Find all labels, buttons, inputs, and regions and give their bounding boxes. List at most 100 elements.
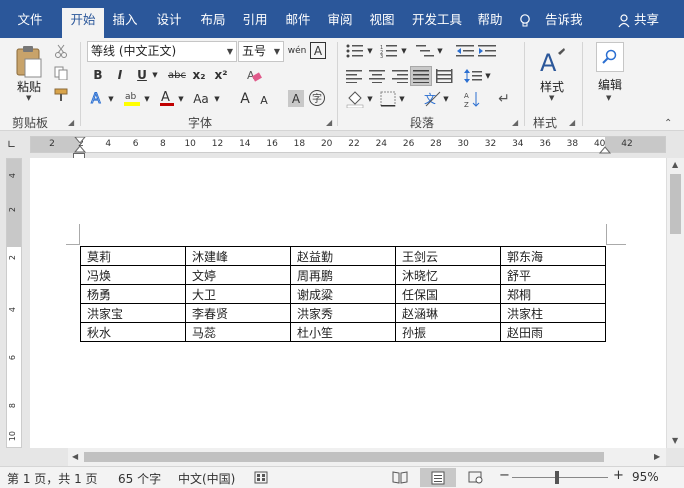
character-shading-button[interactable]: A bbox=[288, 90, 304, 107]
zoom-level[interactable]: 95% bbox=[632, 470, 659, 484]
table-cell[interactable]: 舒平 bbox=[500, 265, 606, 285]
scroll-right-icon[interactable]: ▶ bbox=[654, 452, 660, 461]
scroll-up-icon[interactable]: ▲ bbox=[672, 160, 678, 169]
zoom-in-button[interactable]: + bbox=[613, 468, 624, 483]
horizontal-scrollbar[interactable]: ◀ ▶ bbox=[68, 448, 666, 466]
table-cell[interactable]: 文婷 bbox=[185, 265, 291, 285]
highlight-icon[interactable]: ab bbox=[122, 88, 142, 108]
table-cell[interactable]: 李春贤 bbox=[185, 303, 291, 323]
table-cell[interactable]: 孙振 bbox=[395, 322, 501, 342]
vertical-ruler[interactable]: 4 2 2 4 6 8 10 bbox=[6, 158, 22, 448]
table-cell[interactable]: 秋水 bbox=[80, 322, 186, 342]
align-left-icon[interactable] bbox=[346, 69, 364, 83]
underline-dropdown-icon[interactable]: ▼ bbox=[150, 66, 160, 84]
borders-icon[interactable] bbox=[380, 91, 396, 107]
increase-indent-icon[interactable] bbox=[478, 44, 496, 58]
shading-dropdown-icon[interactable]: ▼ bbox=[366, 92, 374, 106]
change-case-button[interactable]: Aa bbox=[190, 90, 212, 108]
language-indicator[interactable]: 中文(中国) bbox=[178, 470, 235, 487]
share-button[interactable]: 共享 bbox=[634, 9, 659, 31]
editing-button[interactable] bbox=[596, 42, 624, 72]
copy-icon[interactable] bbox=[54, 66, 68, 80]
table-cell[interactable]: 大卫 bbox=[185, 284, 291, 304]
cut-icon[interactable] bbox=[54, 44, 68, 58]
superscript-button[interactable]: x² bbox=[212, 66, 230, 84]
right-indent-icon[interactable] bbox=[599, 145, 611, 154]
table-cell[interactable]: 沐建峰 bbox=[185, 246, 291, 266]
show-marks-icon[interactable]: ↵ bbox=[496, 90, 512, 108]
bold-button[interactable]: B bbox=[90, 66, 106, 84]
horizontal-ruler[interactable]: 2 2 4 6 8 10 12 14 16 18 20 22 24 26 28 30 32 34 36 38 40 42 bbox=[30, 136, 666, 154]
line-spacing-dropdown-icon[interactable]: ▼ bbox=[484, 69, 492, 83]
table-cell[interactable]: 赵田雨 bbox=[500, 322, 606, 342]
font-size-combo[interactable]: 五号 ▼ bbox=[238, 41, 284, 62]
first-line-indent-icon[interactable] bbox=[74, 137, 86, 153]
borders-dropdown-icon[interactable]: ▼ bbox=[398, 92, 406, 106]
bullets-icon[interactable] bbox=[346, 44, 364, 58]
multilevel-list-icon[interactable] bbox=[414, 44, 436, 58]
line-spacing-icon[interactable] bbox=[464, 68, 482, 84]
table-cell[interactable]: 郭东海 bbox=[500, 246, 606, 266]
format-painter-icon[interactable] bbox=[54, 88, 70, 102]
font-color-icon[interactable]: A bbox=[158, 88, 176, 108]
tab-selector[interactable]: ∟ bbox=[7, 138, 21, 152]
table-cell[interactable]: 杨勇 bbox=[80, 284, 186, 304]
editing-dropdown-icon[interactable]: ▼ bbox=[606, 94, 611, 102]
decrease-indent-icon[interactable] bbox=[456, 44, 474, 58]
table-cell[interactable]: 洪家宝 bbox=[80, 303, 186, 323]
tab-home[interactable]: 开始 bbox=[62, 8, 104, 38]
clipboard-launcher-icon[interactable]: ◢ bbox=[68, 118, 74, 127]
font-launcher-icon[interactable]: ◢ bbox=[326, 118, 332, 127]
table-cell[interactable]: 郑桐 bbox=[500, 284, 606, 304]
tab-layout[interactable]: 布局 bbox=[194, 9, 232, 31]
page[interactable]: 莫莉 沐建峰 赵益勤 王剑云 郭东海 冯焕 文婷 周再鹏 沐晓忆 舒平 杨勇 大卫 谢成粱 任保国 郑桐 洪家… bbox=[30, 158, 666, 448]
enclose-character-icon[interactable]: 字 bbox=[308, 89, 326, 107]
table-cell[interactable]: 谢成粱 bbox=[290, 284, 396, 304]
table-cell[interactable]: 周再鹏 bbox=[290, 265, 396, 285]
align-right-icon[interactable] bbox=[390, 69, 408, 83]
scroll-left-icon[interactable]: ◀ bbox=[72, 452, 78, 461]
macro-record-icon[interactable] bbox=[254, 471, 268, 484]
sort-icon[interactable]: AZ bbox=[464, 90, 482, 108]
change-case-dropdown-icon[interactable]: ▼ bbox=[212, 90, 222, 108]
align-center-icon[interactable] bbox=[368, 69, 386, 83]
tab-developer[interactable]: 开发工具 bbox=[406, 9, 468, 31]
styles-dropdown-icon[interactable]: ▼ bbox=[549, 94, 554, 102]
read-mode-icon[interactable] bbox=[392, 470, 408, 484]
tab-review[interactable]: 审阅 bbox=[322, 9, 358, 31]
table-cell[interactable]: 马蕊 bbox=[185, 322, 291, 342]
styles-launcher-icon[interactable]: ◢ bbox=[569, 118, 575, 127]
table-cell[interactable]: 沐晓忆 bbox=[395, 265, 501, 285]
tab-help[interactable]: 帮助 bbox=[472, 9, 508, 31]
character-border-button[interactable]: A bbox=[310, 42, 326, 59]
table-cell[interactable]: 洪家秀 bbox=[290, 303, 396, 323]
italic-button[interactable]: I bbox=[112, 66, 128, 84]
word-count[interactable]: 65 个字 bbox=[118, 470, 161, 487]
collapse-ribbon-icon[interactable]: ⌃ bbox=[664, 118, 672, 129]
distributed-icon[interactable] bbox=[436, 69, 454, 83]
paragraph-launcher-icon[interactable]: ◢ bbox=[512, 118, 518, 127]
text-effects-icon[interactable]: A bbox=[90, 90, 106, 107]
multilevel-dropdown-icon[interactable]: ▼ bbox=[436, 44, 444, 58]
table-cell[interactable]: 赵涵琳 bbox=[395, 303, 501, 323]
chinese-layout-icon[interactable]: 文 bbox=[424, 90, 442, 108]
table-cell[interactable]: 冯焕 bbox=[80, 265, 186, 285]
document-canvas[interactable]: 莫莉 沐建峰 赵益勤 王剑云 郭东海 冯焕 文婷 周再鹏 沐晓忆 舒平 杨勇 大卫 谢成粱 任保国 郑桐 洪家… bbox=[30, 158, 666, 448]
bullets-dropdown-icon[interactable]: ▼ bbox=[366, 44, 374, 58]
table-cell[interactable]: 杜小笙 bbox=[290, 322, 396, 342]
vertical-scrollbar[interactable]: ▲ ▼ bbox=[666, 158, 684, 448]
table-cell[interactable]: 赵益勤 bbox=[290, 246, 396, 266]
shrink-font-button[interactable]: A bbox=[258, 92, 270, 108]
strikethrough-button[interactable]: abc bbox=[166, 66, 188, 84]
horizontal-scroll-thumb[interactable] bbox=[84, 452, 604, 462]
justify-button[interactable] bbox=[410, 66, 432, 86]
tab-insert[interactable]: 插入 bbox=[106, 9, 144, 31]
web-layout-icon[interactable] bbox=[468, 470, 484, 484]
numbering-dropdown-icon[interactable]: ▼ bbox=[400, 44, 408, 58]
tab-mailings[interactable]: 邮件 bbox=[280, 9, 316, 31]
tab-file[interactable]: 文件 bbox=[10, 9, 50, 31]
table-cell[interactable]: 洪家柱 bbox=[500, 303, 606, 323]
tab-design[interactable]: 设计 bbox=[150, 9, 188, 31]
tab-references[interactable]: 引用 bbox=[236, 9, 274, 31]
zoom-slider-track[interactable] bbox=[512, 477, 608, 478]
